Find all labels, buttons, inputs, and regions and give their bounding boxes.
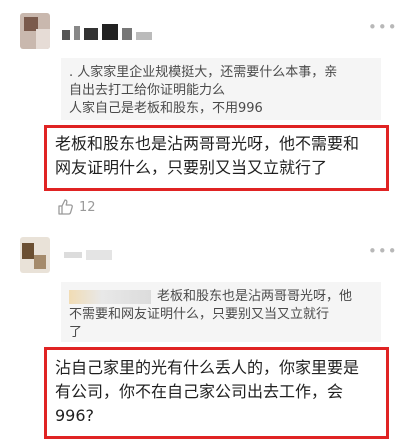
more-menu-icon[interactable]: ••• <box>368 242 398 260</box>
reply-line: 有公司，你不在自己家公司出去工作，会 <box>55 382 344 401</box>
avatar[interactable] <box>20 13 50 49</box>
quoted-username-blurred[interactable] <box>69 290 151 304</box>
like-count: 12 <box>79 199 96 215</box>
quoted-comment: 老板和股东也是沾两哥哥光呀，他 不需要和网友证明什么，只要别又当又立就行 了 <box>61 282 381 342</box>
quoted-comment: . 人家家里企业规模挺大，还需要什么本事，亲 自出去打工给你证明能力么 人家自己… <box>61 58 381 120</box>
avatar[interactable] <box>20 237 50 273</box>
quote-line: 老板和股东也是沾两哥哥光呀，他 <box>157 289 353 304</box>
username-blurred[interactable] <box>62 24 154 42</box>
quote-line: 不需要和网友证明什么，只要别又当又立就行 <box>69 307 330 322</box>
reply-line: 沾自己家里的光有什么丢人的，你家里要是 <box>55 358 360 377</box>
quote-line: 了 <box>69 325 83 340</box>
quote-line: 人家自己是老板和股东，不用996 <box>69 101 263 116</box>
like-button[interactable]: 12 <box>57 198 96 216</box>
reply-line: 996? <box>55 406 95 425</box>
reply-line: 网友证明什么，只要别又当又立就行了 <box>55 158 328 177</box>
reply-text-highlighted: 沾自己家里的光有什么丢人的，你家里要是 有公司，你不在自己家公司出去工作，会 9… <box>44 347 389 439</box>
thumbs-up-icon <box>57 198 75 216</box>
quote-line: . 人家家里企业规模挺大，还需要什么本事，亲 <box>69 65 338 80</box>
username-blurred[interactable] <box>64 246 124 264</box>
reply-line: 老板和股东也是沾两哥哥光呀，他不需要和 <box>55 134 360 153</box>
more-menu-icon[interactable]: ••• <box>368 18 398 36</box>
reply-text-highlighted: 老板和股东也是沾两哥哥光呀，他不需要和 网友证明什么，只要别又当又立就行了 <box>44 125 389 191</box>
quote-line: 自出去打工给你证明能力么 <box>69 83 226 98</box>
